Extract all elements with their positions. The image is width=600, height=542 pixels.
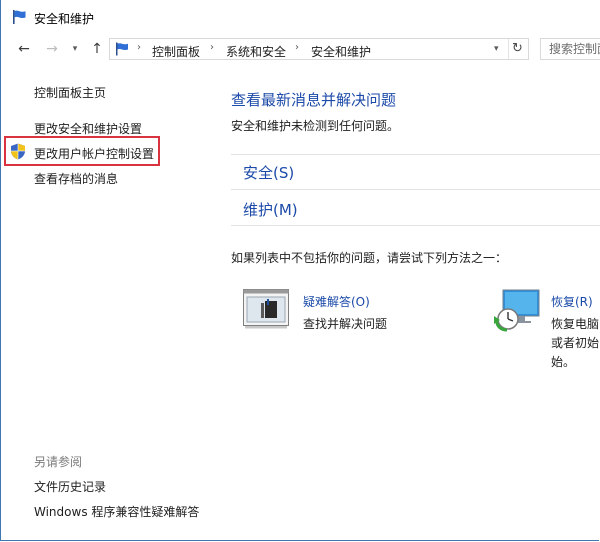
- address-bar[interactable]: › 控制面板 › 系统和安全 › 安全和维护 ▾ ↻: [109, 38, 529, 60]
- link-change-security-maintenance-settings[interactable]: 更改安全和维护设置: [34, 120, 142, 137]
- link-file-history[interactable]: 文件历史记录: [34, 478, 106, 495]
- troubleshooting-link[interactable]: 疑难解答(O): [303, 293, 370, 310]
- recovery-icon: [491, 289, 543, 336]
- breadcrumb-separator-icon[interactable]: ›: [210, 42, 214, 53]
- recovery-description: 恢复电脑 或者初始 始。: [551, 315, 600, 372]
- section-divider: [231, 154, 600, 155]
- recent-locations-chevron-icon[interactable]: ▾: [67, 41, 83, 57]
- forward-arrow-icon[interactable]: →: [44, 41, 60, 57]
- title-bar: 安全和维护: [1, 0, 599, 34]
- breadcrumb-separator-icon: ›: [137, 42, 141, 53]
- troubleshooting-icon: [243, 289, 289, 332]
- troubleshooting-description: 查找并解决问题: [303, 317, 388, 331]
- breadcrumb-separator-icon[interactable]: ›: [295, 42, 299, 53]
- breadcrumb-control-panel[interactable]: 控制面板: [152, 43, 200, 60]
- recovery-description-line: 恢复电脑: [551, 317, 600, 331]
- try-options-text: 如果列表中不包括你的问题，请尝试下列方法之一：: [231, 251, 508, 265]
- link-change-uac-settings[interactable]: 更改用户帐户控制设置: [34, 145, 154, 162]
- link-program-compatibility-troubleshooter[interactable]: Windows 程序兼容性疑难解答: [34, 503, 199, 520]
- recovery-description-line: 或者初始: [551, 336, 600, 350]
- address-dropdown-chevron-icon[interactable]: ▾: [494, 44, 499, 54]
- section-divider: [231, 189, 600, 190]
- breadcrumb-security-maintenance[interactable]: 安全和维护: [311, 43, 371, 60]
- navigation-row: ← → ▾ ↑ › 控制面板 › 系统和安全 › 安全和维护 ▾ ↻: [1, 36, 600, 64]
- back-arrow-icon[interactable]: ←: [16, 41, 32, 57]
- left-navigation-pane: 控制面板主页 更改安全和维护设置 更改用户帐户控制设置 查看存档的消息 另请参阅…: [1, 66, 211, 540]
- link-control-panel-home[interactable]: 控制面板主页: [34, 84, 106, 101]
- status-message: 安全和维护未检测到任何问题。: [231, 119, 400, 133]
- address-divider: [508, 39, 509, 59]
- flag-icon: [12, 9, 28, 28]
- breadcrumb-system-security[interactable]: 系统和安全: [226, 43, 286, 60]
- flag-icon: [115, 42, 131, 59]
- refresh-icon[interactable]: ↻: [512, 41, 523, 56]
- control-panel-window: 安全和维护 ← → ▾ ↑ › 控制面板 › 系统和安全 › 安全和维护 ▾ ↻: [0, 0, 600, 541]
- see-also-heading: 另请参阅: [34, 455, 83, 469]
- section-security-header[interactable]: 安全(S): [243, 162, 294, 183]
- recovery-link[interactable]: 恢复(R): [551, 293, 593, 310]
- page-title: 查看最新消息并解决问题: [231, 91, 397, 109]
- section-divider: [231, 225, 600, 226]
- search-input[interactable]: [549, 40, 600, 58]
- link-view-archived-messages[interactable]: 查看存档的消息: [34, 170, 118, 187]
- section-maintenance-header[interactable]: 维护(M): [243, 199, 298, 220]
- window-title: 安全和维护: [34, 12, 95, 26]
- search-box[interactable]: [540, 38, 600, 60]
- recovery-description-line: 始。: [551, 355, 576, 369]
- up-arrow-icon[interactable]: ↑: [89, 41, 105, 57]
- uac-shield-icon: [10, 143, 26, 163]
